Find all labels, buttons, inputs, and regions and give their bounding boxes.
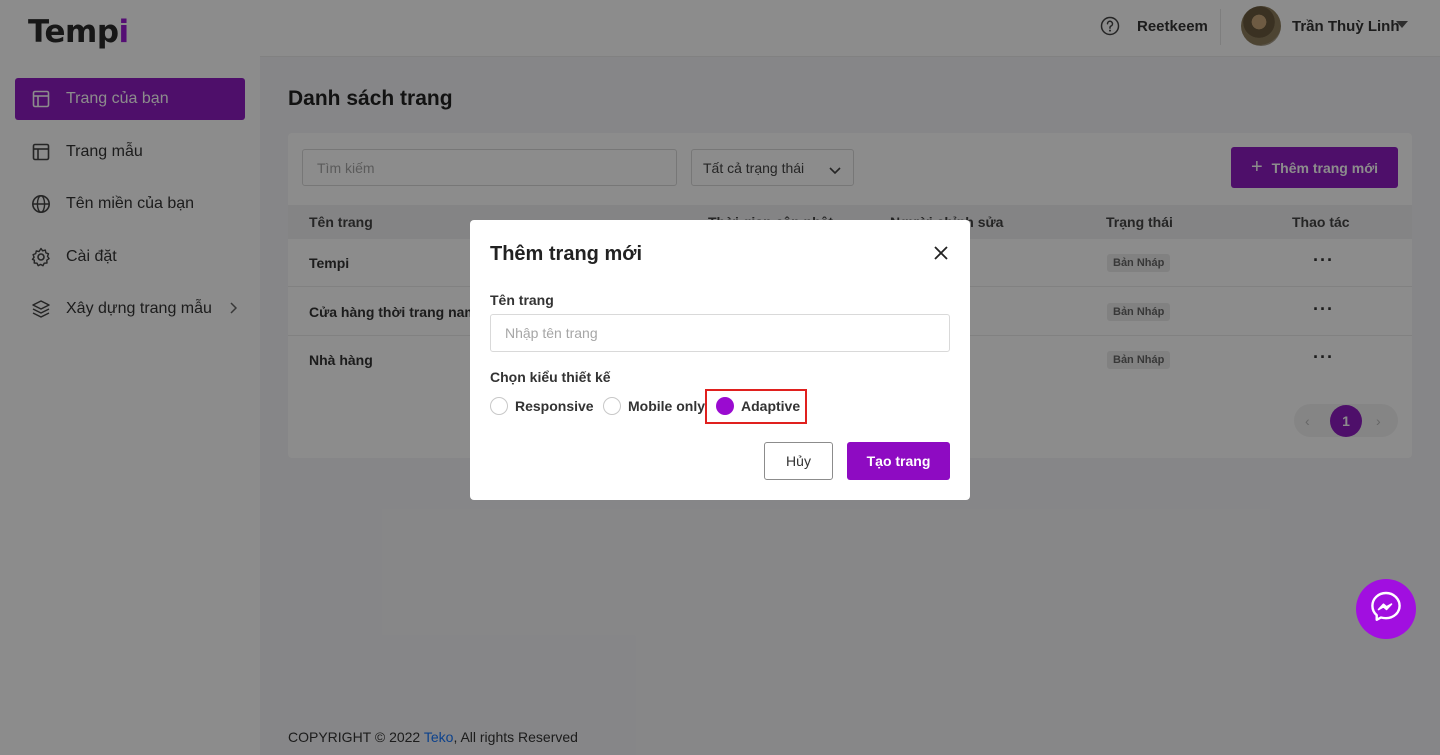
page-name-label: Tên trang (490, 292, 554, 308)
design-type-label: Chọn kiểu thiết kế (490, 369, 611, 385)
messenger-chat-button[interactable] (1356, 579, 1416, 639)
radio-label: Responsive (515, 398, 594, 414)
radio-circle (490, 397, 508, 415)
modal-title: Thêm trang mới (490, 243, 643, 265)
messenger-icon (1369, 590, 1403, 629)
page-name-input[interactable] (490, 314, 950, 352)
radio-responsive[interactable]: Responsive (490, 397, 594, 415)
radio-circle (603, 397, 621, 415)
create-page-button[interactable]: Tạo trang (847, 442, 950, 480)
add-page-modal: Thêm trang mới Tên trang Chọn kiểu thiết… (470, 220, 970, 500)
radio-label: Mobile only (628, 398, 705, 414)
radio-mobile-only[interactable]: Mobile only (603, 397, 705, 415)
close-icon[interactable] (934, 246, 950, 262)
cancel-button[interactable]: Hủy (764, 442, 833, 480)
selection-highlight-box (705, 389, 807, 424)
